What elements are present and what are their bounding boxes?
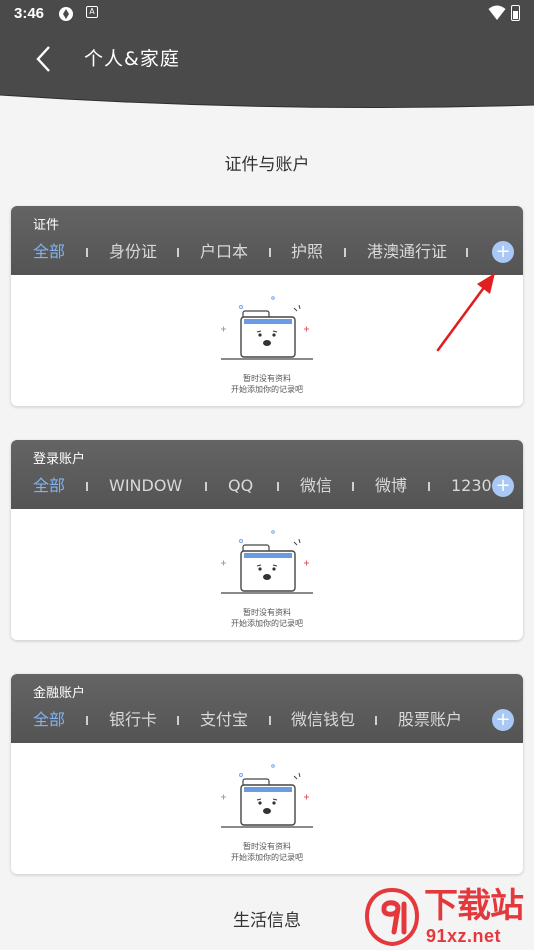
status-time: 3:46: [14, 5, 45, 22]
tab-all[interactable]: 全部: [33, 708, 65, 732]
annotation-arrow: [436, 273, 495, 352]
tab-bar: 全部 银行卡 支付宝 微信钱包 股票账户: [11, 708, 491, 732]
tab-separator: [428, 482, 430, 491]
tab-separator: [177, 716, 179, 725]
watermark: 下载站 91xz.net: [364, 888, 534, 950]
tab-id-card[interactable]: 身份证: [109, 240, 157, 264]
empty-folder-icon: [221, 764, 313, 828]
tab-separator: [466, 248, 468, 257]
wifi-icon: [488, 5, 506, 20]
card-header: 金融账户 全部 银行卡 支付宝 微信钱包 股票账户 +: [11, 674, 523, 743]
tab-windows[interactable]: WINDOW: [109, 474, 182, 498]
empty-folder-icon: [221, 296, 313, 360]
tab-all[interactable]: 全部: [33, 474, 65, 498]
empty-hint: 开始添加你的记录吧: [231, 853, 303, 862]
page-title: 个人&家庭: [84, 48, 180, 70]
tab-all[interactable]: 全部: [33, 240, 65, 264]
tab-separator: [86, 716, 88, 725]
tab-separator: [269, 716, 271, 725]
tab-separator: [375, 716, 377, 725]
empty-hint: 开始添加你的记录吧: [231, 385, 303, 394]
tab-separator: [86, 248, 88, 257]
app-header: 个人&家庭: [0, 28, 534, 90]
tab-bank-card[interactable]: 银行卡: [109, 708, 157, 732]
tab-household-register[interactable]: 户口本: [200, 240, 248, 264]
tab-alipay[interactable]: 支付宝: [200, 708, 248, 732]
section-title-documents-accounts: 证件与账户: [224, 155, 310, 175]
tab-separator: [277, 482, 279, 491]
status-bar: 3:46 A: [0, 0, 534, 28]
card-financial-accounts: 金融账户 全部 银行卡 支付宝 微信钱包 股票账户 + 暂时没有资料 开始添加你…: [11, 674, 523, 874]
notification-icon: A: [86, 6, 98, 18]
card-title: 登录账户: [33, 452, 86, 467]
tab-weibo[interactable]: 微博: [375, 474, 407, 498]
tab-wechat[interactable]: 微信: [300, 474, 332, 498]
tab-stock-account[interactable]: 股票账户: [398, 708, 462, 732]
back-icon[interactable]: [34, 44, 56, 74]
card-login-accounts: 登录账户 全部 WINDOW QQ 微信 微博 1230 + 暂时没有资料 开始…: [11, 440, 523, 640]
tab-separator: [177, 248, 179, 257]
tab-wechat-wallet[interactable]: 微信钱包: [291, 708, 355, 732]
tab-separator: [86, 482, 88, 491]
add-icon[interactable]: +: [492, 241, 514, 263]
card-header: 登录账户 全部 WINDOW QQ 微信 微博 1230 +: [11, 440, 523, 509]
tab-separator: [344, 248, 346, 257]
add-icon[interactable]: +: [492, 709, 514, 731]
card-title: 金融账户: [33, 686, 86, 701]
empty-state: 暂时没有资料 开始添加你的记录吧: [11, 743, 523, 874]
tab-12306[interactable]: 1230: [451, 474, 491, 498]
tab-bar: 全部 身份证 户口本 护照 港澳通行证: [11, 240, 491, 264]
tab-separator: [352, 482, 354, 491]
header-curve-decoration: [0, 89, 534, 108]
tab-hk-macau-permit[interactable]: 港澳通行证: [367, 240, 447, 264]
watermark-logo: [364, 888, 420, 946]
tab-bar: 全部 WINDOW QQ 微信 微博 1230: [11, 474, 491, 498]
sync-icon: [59, 7, 73, 21]
tab-qq[interactable]: QQ: [228, 474, 253, 498]
empty-hint: 开始添加你的记录吧: [231, 619, 303, 628]
empty-message: 暂时没有资料: [243, 608, 291, 617]
tab-separator: [205, 482, 207, 491]
card-title: 证件: [33, 218, 60, 233]
tab-passport[interactable]: 护照: [291, 240, 323, 264]
tab-separator: [269, 248, 271, 257]
watermark-brand: 下载站: [424, 886, 524, 926]
watermark-domain: 91xz.net: [426, 926, 502, 946]
empty-message: 暂时没有资料: [243, 374, 291, 383]
add-icon[interactable]: +: [492, 475, 514, 497]
battery-icon: [511, 5, 520, 21]
empty-folder-icon: [221, 530, 313, 594]
empty-message: 暂时没有资料: [243, 842, 291, 851]
empty-state: 暂时没有资料 开始添加你的记录吧: [11, 509, 523, 640]
card-header: 证件 全部 身份证 户口本 护照 港澳通行证 +: [11, 206, 523, 275]
